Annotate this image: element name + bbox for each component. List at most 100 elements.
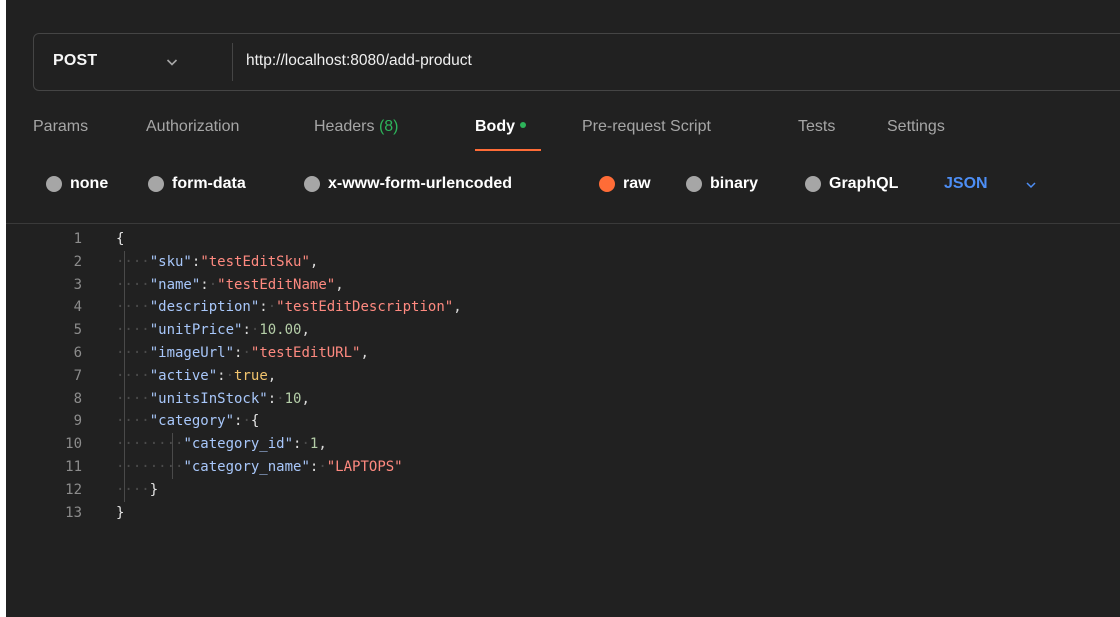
line-number: 4 xyxy=(73,299,82,316)
body-type-label: raw xyxy=(623,175,651,192)
editor-divider xyxy=(6,223,1120,224)
line-number: 10 xyxy=(65,436,82,453)
code-line[interactable]: 11 ········"category_name":·"LAPTOPS" xyxy=(6,455,1120,479)
code-text: ····"category":·{ xyxy=(116,410,259,433)
body-type-label: none xyxy=(70,175,109,192)
url-input[interactable]: http://localhost:8080/add-product xyxy=(246,52,472,70)
method-select[interactable]: POST xyxy=(53,52,97,70)
tab-headers[interactable]: Headers (8) xyxy=(314,118,399,136)
indent-whitespace: ···· xyxy=(116,299,150,316)
line-number: 12 xyxy=(65,481,82,498)
code-line[interactable]: 3 ····"name":·"testEditName", xyxy=(6,273,1120,297)
code-text: ········"category_name":·"LAPTOPS" xyxy=(116,456,403,479)
tab-authorization[interactable]: Authorization xyxy=(146,118,239,136)
code-line[interactable]: 5 ····"unitPrice":·10.00, xyxy=(6,319,1120,342)
format-select[interactable]: JSON xyxy=(944,175,988,193)
body-type-label: binary xyxy=(710,175,759,192)
code-line[interactable]: 2 ····"sku":"testEditSku", xyxy=(6,250,1120,274)
code-token: , xyxy=(318,436,327,453)
body-type-raw[interactable]: raw xyxy=(599,173,651,195)
indent-whitespace: ···· xyxy=(116,413,150,430)
code-token: · xyxy=(242,344,251,361)
line-number: 9 xyxy=(73,413,82,430)
code-line[interactable]: 7 ····"active":·true, xyxy=(6,364,1120,388)
code-token: · xyxy=(276,390,285,407)
code-token: : xyxy=(242,322,251,339)
indent-whitespace: ···· xyxy=(116,253,150,270)
line-number: 13 xyxy=(65,504,82,521)
headers-count: (8) xyxy=(378,118,399,135)
code-text: ····"description":·"testEditDescription"… xyxy=(116,296,462,319)
code-token: · xyxy=(301,436,310,453)
code-token: · xyxy=(267,299,277,316)
code-token: · xyxy=(242,413,251,430)
request-panel: POST http://localhost:8080/add-product P… xyxy=(6,0,1120,617)
code-token: "unitsInStock" xyxy=(149,390,268,407)
chevron-down-icon[interactable] xyxy=(1024,178,1038,192)
tab-params[interactable]: Params xyxy=(33,118,88,136)
code-text: ····"imageUrl":·"testEditURL", xyxy=(116,342,369,365)
code-token: "name" xyxy=(149,276,201,293)
code-text: ········"category_id":·1, xyxy=(116,433,327,456)
code-text: ····} xyxy=(116,479,158,502)
code-text: ····"name":·"testEditName", xyxy=(116,274,344,297)
code-line[interactable]: 13} xyxy=(6,502,1120,525)
code-token: , xyxy=(267,367,277,384)
code-token: "imageUrl" xyxy=(149,344,235,361)
tab-settings[interactable]: Settings xyxy=(887,118,945,136)
body-type-label: x-www-form-urlencoded xyxy=(328,175,513,192)
body-type-x-www-form-urlencoded[interactable]: x-www-form-urlencoded xyxy=(304,173,512,195)
code-token: 10.00 xyxy=(259,322,302,339)
tab-body[interactable]: Body xyxy=(475,118,526,136)
radio-icon xyxy=(805,176,821,192)
line-number: 1 xyxy=(73,231,82,247)
code-token: "sku" xyxy=(149,253,192,270)
radio-icon xyxy=(148,176,164,192)
code-token: true xyxy=(234,367,268,384)
line-number: 3 xyxy=(73,276,82,293)
code-line[interactable]: 6 ····"imageUrl":·"testEditURL", xyxy=(6,341,1120,365)
code-line[interactable]: 8 ····"unitsInStock":·10, xyxy=(6,387,1120,411)
code-token: "testEditURL" xyxy=(250,344,361,361)
url-divider xyxy=(232,43,233,81)
body-type-graphql[interactable]: GraphQL xyxy=(805,173,898,195)
code-line[interactable]: 12 ····} xyxy=(6,478,1120,502)
code-token: · xyxy=(318,458,327,475)
tab-body-label: Body xyxy=(475,118,515,135)
body-type-label: form-data xyxy=(172,175,246,192)
code-token: : xyxy=(200,276,209,293)
code-token: , xyxy=(301,322,310,339)
radio-icon xyxy=(304,176,320,192)
tab-pre-request-script[interactable]: Pre-request Script xyxy=(582,118,711,136)
code-token: } xyxy=(149,481,159,498)
code-line[interactable]: 4 ····"description":·"testEditDescription… xyxy=(6,296,1120,320)
body-type-label: GraphQL xyxy=(829,175,899,192)
line-number: 7 xyxy=(73,367,82,384)
code-token: · xyxy=(208,276,218,293)
tab-tests[interactable]: Tests xyxy=(798,118,835,136)
code-token: "category_id" xyxy=(183,436,294,453)
code-text: ····"active":·true, xyxy=(116,365,276,388)
code-token: "category" xyxy=(149,413,235,430)
chevron-down-icon[interactable] xyxy=(164,54,180,70)
code-token: "testEditName" xyxy=(217,276,336,293)
code-token: { xyxy=(116,231,125,247)
line-number: 2 xyxy=(73,253,82,270)
indent-whitespace: ········ xyxy=(116,458,184,475)
code-line[interactable]: 10 ········"category_id":·1, xyxy=(6,433,1120,456)
code-text: ····"sku":"testEditSku", xyxy=(116,251,318,274)
body-type-binary[interactable]: binary xyxy=(686,173,758,195)
indent-whitespace: ···· xyxy=(116,481,150,498)
body-type-form-data[interactable]: form-data xyxy=(148,173,246,195)
code-token: , xyxy=(453,299,462,316)
code-token: , xyxy=(360,344,369,361)
code-line[interactable]: 1{ xyxy=(6,228,1120,251)
body-type-none[interactable]: none xyxy=(46,173,108,195)
line-number: 6 xyxy=(73,344,82,361)
indent-whitespace: ···· xyxy=(116,322,150,339)
code-line[interactable]: 9 ····"category":·{ xyxy=(6,410,1120,434)
code-token: "LAPTOPS" xyxy=(326,458,403,475)
code-token: "description" xyxy=(149,299,260,316)
radio-icon xyxy=(46,176,62,192)
code-editor[interactable]: 1{2 ····"sku":"testEditSku", 3 ····"name":·… xyxy=(6,228,1120,524)
